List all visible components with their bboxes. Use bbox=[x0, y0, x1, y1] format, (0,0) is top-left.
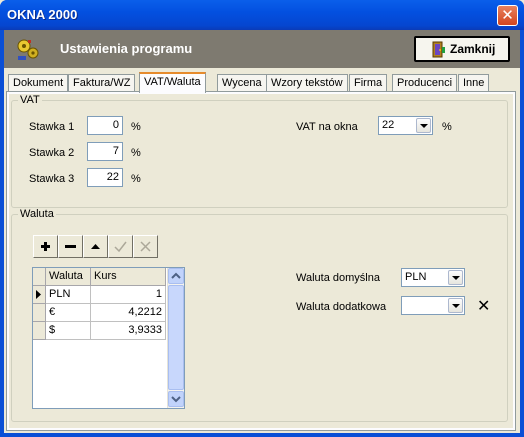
header-band: Ustawienia programu Zamknij bbox=[4, 30, 520, 68]
client-area: Ustawienia programu Zamknij Dokument Fak… bbox=[4, 30, 520, 433]
delete-button[interactable] bbox=[58, 235, 83, 258]
table-row-3-currency[interactable]: $ bbox=[46, 322, 91, 340]
minus-icon bbox=[65, 245, 76, 248]
secondary-currency-select[interactable] bbox=[401, 296, 465, 315]
app-window: OKNA 2000 ✕ Ustawienia programu Zamknij … bbox=[0, 0, 524, 437]
title-bar[interactable]: OKNA 2000 ✕ bbox=[0, 0, 524, 30]
chevron-down-icon[interactable] bbox=[448, 298, 463, 313]
scroll-down-button[interactable] bbox=[168, 391, 184, 407]
tab-wzory-tekstow[interactable]: Wzory tekstów bbox=[266, 74, 348, 92]
secondary-currency-label: Waluta dodatkowa bbox=[296, 301, 387, 313]
tab-faktura-wz[interactable]: Faktura/WZ bbox=[68, 74, 136, 92]
rate-3-unit: % bbox=[131, 173, 141, 185]
chevron-down-icon[interactable] bbox=[448, 270, 463, 285]
add-button[interactable] bbox=[33, 235, 58, 258]
table-row-2-rate[interactable]: 4,2212 bbox=[91, 304, 166, 322]
row-indicator bbox=[33, 286, 46, 304]
tab-dokument[interactable]: Dokument bbox=[8, 74, 69, 92]
table-row-2-currency[interactable]: € bbox=[46, 304, 91, 322]
currency-toolbar bbox=[33, 235, 184, 260]
close-button-label: Zamknij bbox=[450, 42, 496, 56]
currency-grid[interactable]: Waluta Kurs PLN 1 € 4,2212 $ 3,9333 bbox=[32, 267, 185, 409]
windows-vat-label: VAT na okna bbox=[296, 121, 358, 133]
column-header-currency[interactable]: Waluta bbox=[46, 268, 91, 286]
scroll-up-button[interactable] bbox=[168, 268, 184, 284]
close-button[interactable]: Zamknij bbox=[414, 36, 510, 62]
tab-firma[interactable]: Firma bbox=[349, 74, 388, 92]
move-up-button[interactable] bbox=[83, 235, 108, 258]
grid-scrollbar[interactable] bbox=[167, 268, 184, 408]
gears-icon bbox=[17, 39, 39, 60]
vat-group: VAT bbox=[11, 94, 508, 208]
row-indicator bbox=[33, 304, 46, 322]
window-title: OKNA 2000 bbox=[7, 7, 78, 22]
checkmark-icon bbox=[114, 241, 127, 253]
tab-wycena[interactable]: Wycena bbox=[217, 74, 267, 92]
chevron-down-icon[interactable] bbox=[416, 118, 431, 133]
tab-vat-waluta[interactable]: VAT/Waluta bbox=[139, 72, 206, 93]
default-currency-label: Waluta domyślna bbox=[296, 272, 380, 284]
windows-vat-value: 22 bbox=[382, 119, 395, 131]
windows-vat-unit: % bbox=[442, 121, 452, 133]
chevron-down-icon bbox=[171, 396, 181, 403]
panel-inner: VAT Stawka 1 0 % Stawka 2 7 % Stawka 3 2… bbox=[9, 94, 513, 428]
page-title: Ustawienia programu bbox=[60, 41, 193, 56]
row-indicator bbox=[33, 322, 46, 340]
default-currency-select[interactable]: PLN bbox=[401, 268, 465, 287]
plus-icon bbox=[41, 242, 50, 251]
rate-3-input[interactable]: 22 bbox=[87, 168, 123, 187]
rate-2-unit: % bbox=[131, 147, 141, 159]
cancel-x-icon bbox=[140, 241, 151, 252]
rate-2-input[interactable]: 7 bbox=[87, 142, 123, 161]
clear-secondary-currency-icon[interactable]: ✕ bbox=[477, 296, 490, 315]
vat-group-legend: VAT bbox=[20, 94, 40, 106]
tab-inne[interactable]: Inne bbox=[458, 74, 490, 92]
rate-1-label: Stawka 1 bbox=[29, 121, 75, 133]
table-row-3-rate[interactable]: 3,9333 bbox=[91, 322, 166, 340]
scroll-thumb[interactable] bbox=[168, 285, 184, 390]
rate-3-label: Stawka 3 bbox=[29, 173, 75, 185]
chevron-up-icon bbox=[171, 272, 181, 279]
currency-group-legend: Waluta bbox=[20, 208, 54, 220]
table-row-1-currency[interactable]: PLN bbox=[46, 286, 91, 304]
column-header-rate[interactable]: Kurs bbox=[91, 268, 166, 286]
tab-producenci[interactable]: Producenci bbox=[392, 74, 458, 92]
cancel-button[interactable] bbox=[133, 235, 158, 258]
grid-corner bbox=[33, 268, 46, 286]
tab-panel: VAT Stawka 1 0 % Stawka 2 7 % Stawka 3 2… bbox=[6, 91, 516, 431]
rate-1-input[interactable]: 0 bbox=[87, 116, 123, 135]
door-exit-icon bbox=[432, 41, 445, 58]
window-close-button[interactable]: ✕ bbox=[497, 5, 518, 26]
triangle-up-icon bbox=[91, 244, 100, 249]
confirm-button[interactable] bbox=[108, 235, 133, 258]
rate-1-unit: % bbox=[131, 121, 141, 133]
table-row-1-rate[interactable]: 1 bbox=[91, 286, 166, 304]
current-row-arrow-icon bbox=[36, 290, 41, 299]
default-currency-value: PLN bbox=[405, 271, 427, 283]
windows-vat-select[interactable]: 22 bbox=[378, 116, 433, 135]
rate-2-label: Stawka 2 bbox=[29, 147, 75, 159]
